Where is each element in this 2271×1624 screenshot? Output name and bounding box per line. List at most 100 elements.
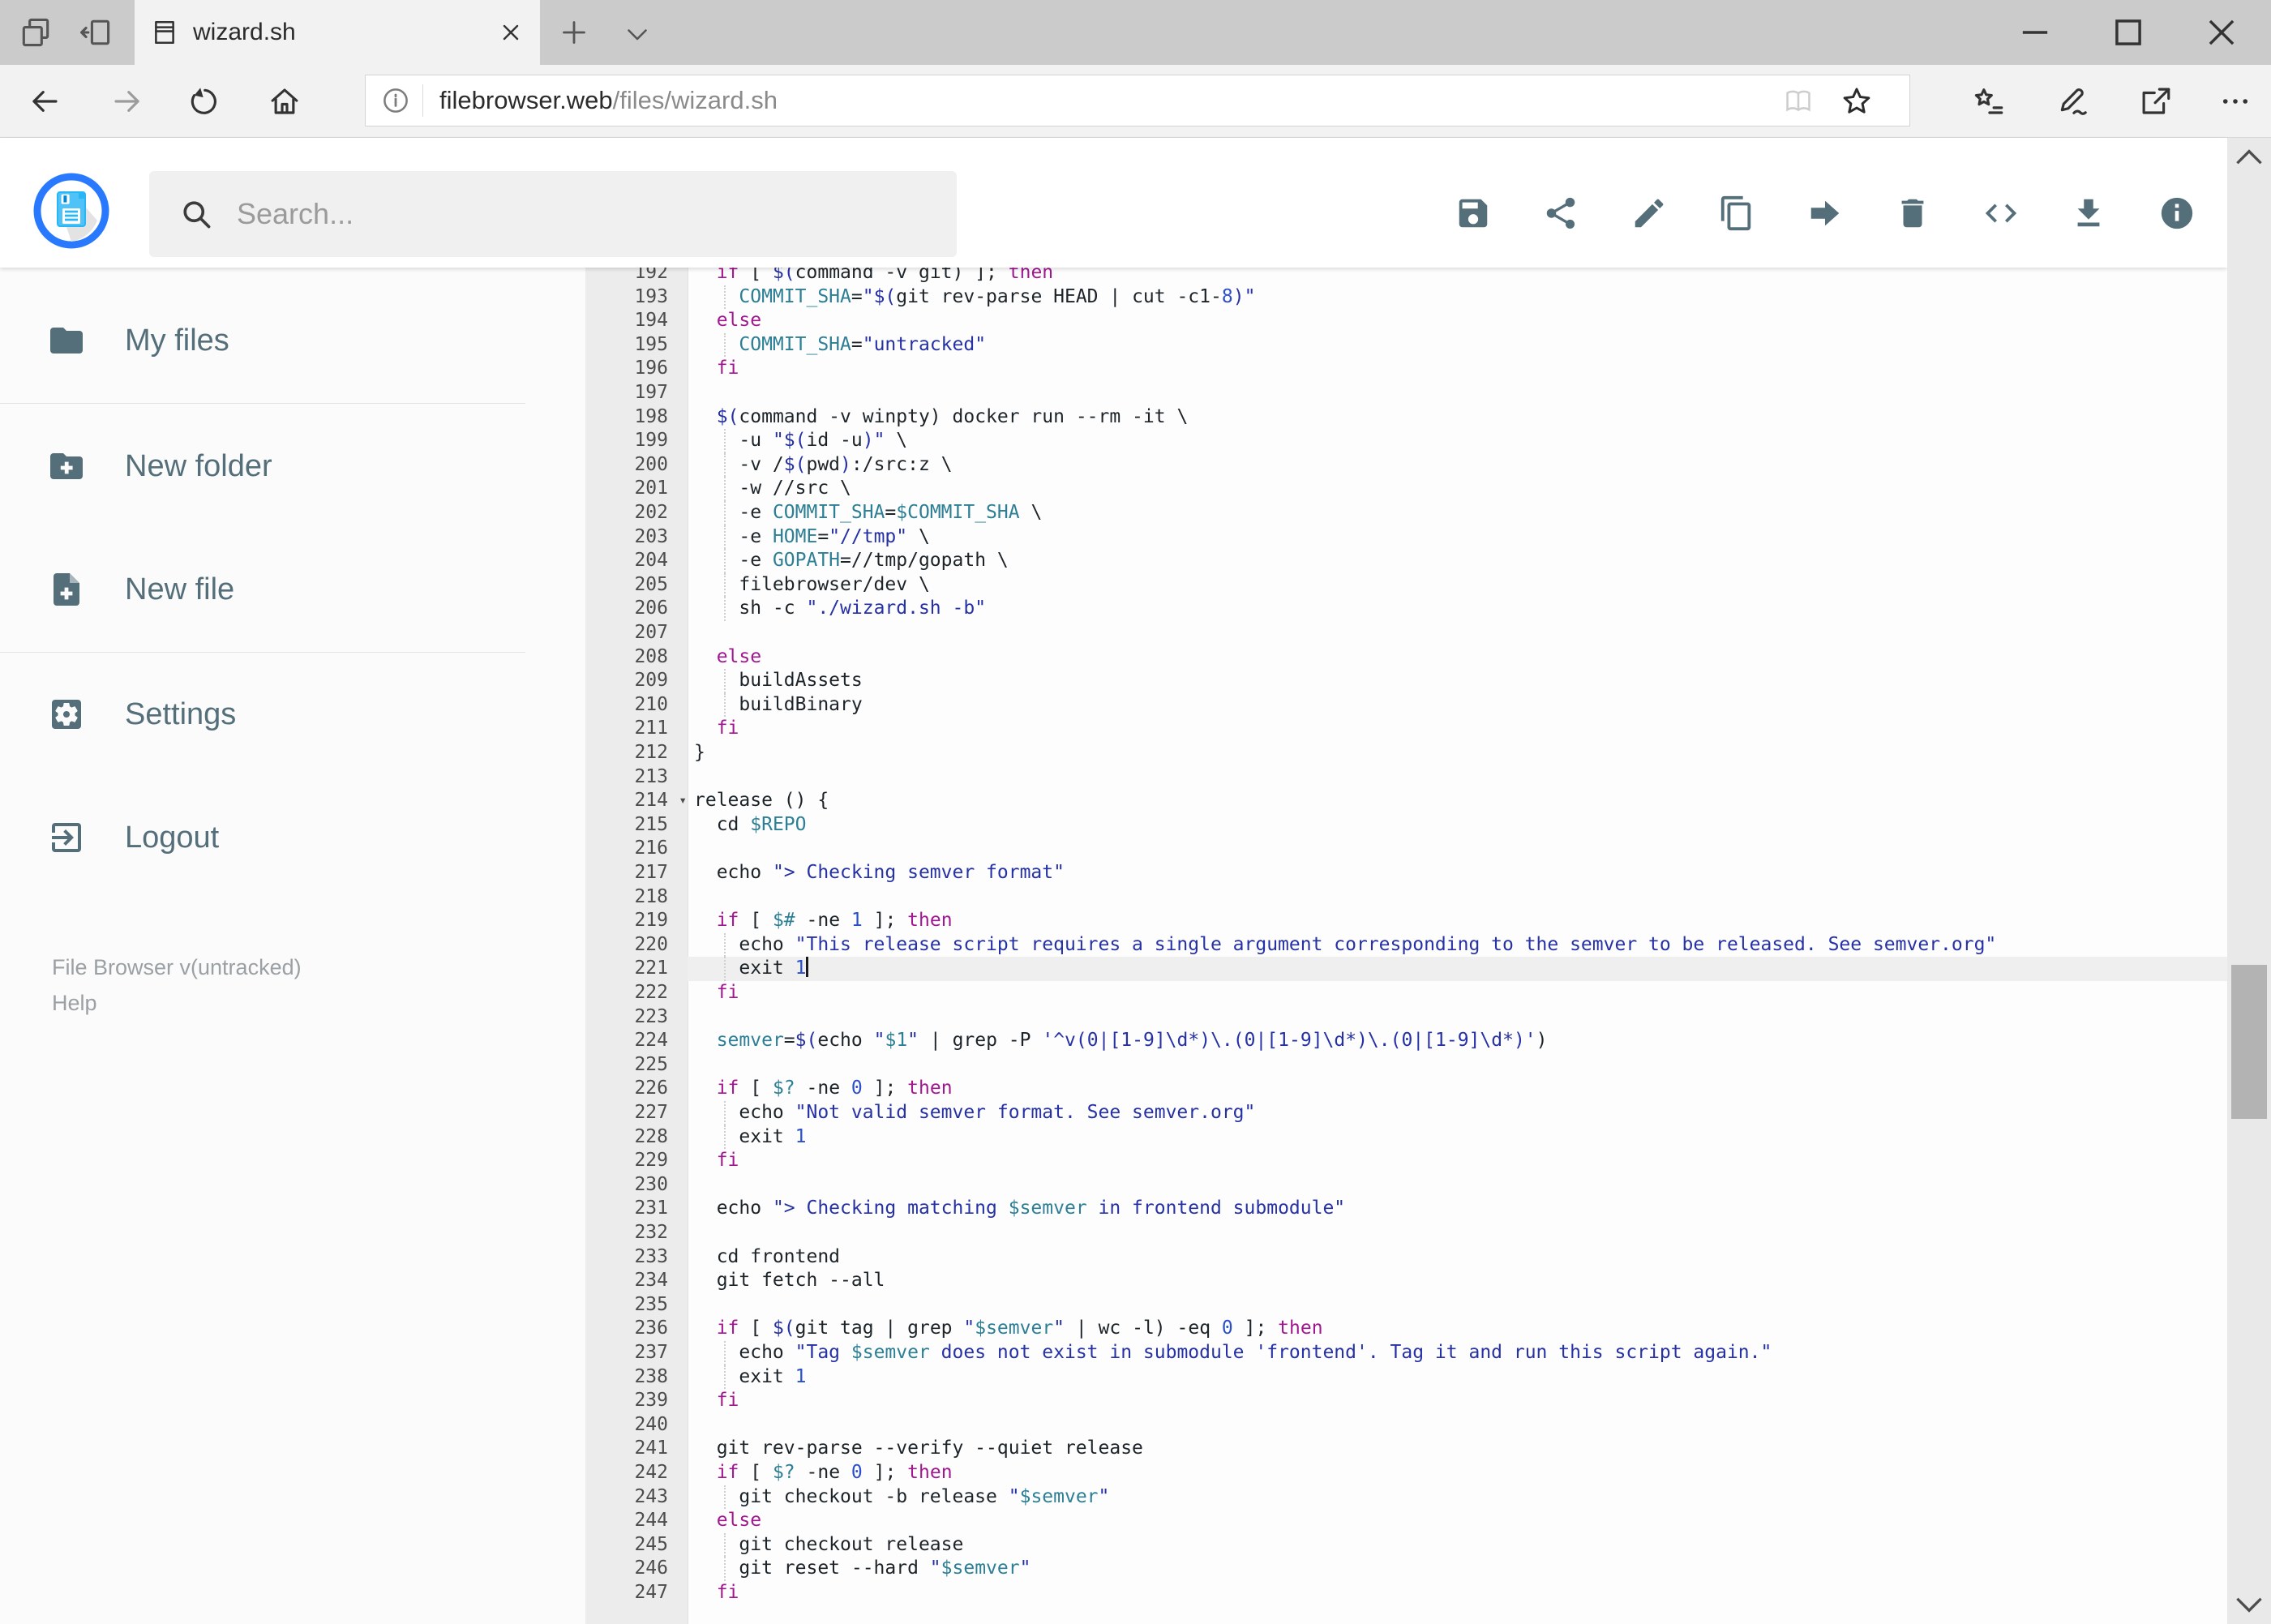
sidebar-item-logout[interactable]: Logout xyxy=(0,793,585,882)
download-button[interactable] xyxy=(2070,195,2107,232)
web-note-pen-icon[interactable] xyxy=(2056,84,2090,118)
code-line-text[interactable] xyxy=(688,1413,2227,1438)
code-line-text[interactable]: } xyxy=(688,741,2227,765)
code-line[interactable]: 211 fi xyxy=(585,717,2227,741)
code-line-text[interactable]: COMMIT_SHA="untracked" xyxy=(688,332,2227,358)
code-line[interactable]: 243 git checkout -b release "$semver" xyxy=(585,1485,2227,1510)
code-line[interactable]: 226 if [ $? -ne 0 ]; then xyxy=(585,1077,2227,1101)
code-line[interactable]: 217 echo "> Checking semver format" xyxy=(585,861,2227,885)
code-line[interactable]: 192 if [ $(command -v git) ]; then xyxy=(585,268,2227,285)
fold-arrow-icon[interactable]: ▾ xyxy=(679,788,687,812)
scrollbar-thumb[interactable] xyxy=(2231,965,2267,1119)
code-line[interactable]: 236 if [ $(git tag | grep "$semver" | wc… xyxy=(585,1317,2227,1341)
code-line-text[interactable]: echo "> Checking matching $semver in fro… xyxy=(688,1197,2227,1221)
copy-button[interactable] xyxy=(1718,195,1755,232)
home-button[interactable] xyxy=(268,84,302,118)
code-line-text[interactable]: if [ $(git tag | grep "$semver" | wc -l)… xyxy=(688,1317,2227,1341)
code-line-text[interactable]: else xyxy=(688,645,2227,670)
tab-preview-icon[interactable] xyxy=(18,15,54,50)
code-line-text[interactable]: -u "$(id -u)" \ xyxy=(688,429,2227,453)
reading-view-icon[interactable] xyxy=(1783,86,1814,117)
code-line-text[interactable]: cd frontend xyxy=(688,1245,2227,1270)
address-bar[interactable]: filebrowser.web/files/wizard.sh xyxy=(365,75,1910,126)
hub-favorites-icon[interactable] xyxy=(1972,84,2006,118)
code-line-text[interactable]: exit 1 xyxy=(688,1365,2227,1390)
code-line-text[interactable]: release () { xyxy=(688,789,2227,813)
page-scrollbar[interactable] xyxy=(2227,138,2271,1624)
code-line-text[interactable]: echo "> Checking semver format" xyxy=(688,861,2227,885)
code-line[interactable]: 198 $(command -v winpty) docker run --rm… xyxy=(585,405,2227,430)
code-line[interactable]: 247 fi xyxy=(585,1581,2227,1605)
code-line[interactable]: 216 xyxy=(585,837,2227,861)
code-line[interactable]: 215 cd $REPO xyxy=(585,813,2227,838)
code-editor[interactable]: 192 if [ $(command -v git) ]; then 193 CO… xyxy=(585,268,2227,1624)
code-line[interactable]: 220 echo "This release script requires a… xyxy=(585,932,2227,958)
code-line-text[interactable]: if [ $# -ne 1 ]; then xyxy=(688,909,2227,933)
refresh-button[interactable] xyxy=(186,84,221,118)
code-line[interactable]: 206 sh -c "./wizard.sh -b" xyxy=(585,597,2227,621)
code-line[interactable]: 240 xyxy=(585,1413,2227,1438)
site-info-icon[interactable] xyxy=(380,85,411,116)
scroll-up-icon[interactable] xyxy=(2227,138,2271,178)
code-line-text[interactable] xyxy=(688,1053,2227,1078)
code-line[interactable]: 210 buildBinary xyxy=(585,692,2227,718)
code-line[interactable]: 233 cd frontend xyxy=(585,1245,2227,1270)
code-line[interactable]: 228 exit 1 xyxy=(585,1125,2227,1150)
code-line-text[interactable]: -e HOME="//tmp" \ xyxy=(688,525,2227,550)
close-window-button[interactable] xyxy=(2189,11,2254,54)
code-line-text[interactable] xyxy=(688,1221,2227,1245)
search-box[interactable] xyxy=(149,171,957,257)
code-line-text[interactable]: fi xyxy=(688,357,2227,381)
code-line[interactable]: 230 xyxy=(585,1173,2227,1198)
minimize-button[interactable] xyxy=(2003,11,2067,54)
code-line[interactable]: 204 -e GOPATH=//tmp/gopath \ xyxy=(585,549,2227,573)
code-line[interactable]: 225 xyxy=(585,1053,2227,1078)
favorite-star-icon[interactable] xyxy=(1840,84,1874,118)
scroll-down-icon[interactable] xyxy=(2227,1583,2271,1624)
close-tab-icon[interactable] xyxy=(498,19,524,45)
code-line-text[interactable]: else xyxy=(688,309,2227,333)
code-line[interactable]: 195 COMMIT_SHA="untracked" xyxy=(585,332,2227,358)
code-line[interactable]: 231 echo "> Checking matching $semver in… xyxy=(585,1197,2227,1221)
code-line[interactable]: 242 if [ $? -ne 0 ]; then xyxy=(585,1461,2227,1485)
move-button[interactable] xyxy=(1806,195,1844,232)
code-line[interactable]: 241 git rev-parse --verify --quiet relea… xyxy=(585,1437,2227,1461)
back-button[interactable] xyxy=(28,84,62,118)
code-line-text[interactable] xyxy=(688,1293,2227,1318)
code-line-text[interactable]: if [ $? -ne 0 ]; then xyxy=(688,1077,2227,1101)
code-line-text[interactable]: echo "This release script requires a sin… xyxy=(688,932,2227,958)
code-line-text[interactable]: COMMIT_SHA="$(git rev-parse HEAD | cut -… xyxy=(688,285,2227,310)
code-line-text[interactable]: fi xyxy=(688,1149,2227,1173)
code-line-text[interactable]: if [ $(command -v git) ]; then xyxy=(688,268,2227,285)
save-button[interactable] xyxy=(1455,195,1492,232)
code-line[interactable]: 193 COMMIT_SHA="$(git rev-parse HEAD | c… xyxy=(585,285,2227,310)
code-line-text[interactable]: cd $REPO xyxy=(688,813,2227,838)
code-line-text[interactable]: fi xyxy=(688,1581,2227,1605)
code-line-text[interactable]: fi xyxy=(688,981,2227,1005)
code-line[interactable]: 222 fi xyxy=(585,981,2227,1005)
code-line[interactable]: 214 ▾ release () { xyxy=(585,789,2227,813)
new-tab-button[interactable] xyxy=(558,16,590,49)
sidebar-item-my-files[interactable]: My files xyxy=(0,296,585,385)
code-line[interactable]: 212} xyxy=(585,741,2227,765)
tab-list-chevron-icon[interactable] xyxy=(623,19,652,49)
code-line[interactable]: 207 xyxy=(585,621,2227,645)
code-line[interactable]: 221 exit 1 xyxy=(585,957,2227,981)
code-line-text[interactable]: -v /$(pwd):/src:z \ xyxy=(688,452,2227,478)
code-line-text[interactable] xyxy=(688,837,2227,861)
code-line-text[interactable]: $(command -v winpty) docker run --rm -it… xyxy=(688,405,2227,430)
code-line[interactable]: 197 xyxy=(585,381,2227,405)
sidebar-item-settings[interactable]: Settings xyxy=(0,670,585,759)
sidebar-item-new-file[interactable]: New file xyxy=(0,545,585,634)
code-line[interactable]: 203 -e HOME="//tmp" \ xyxy=(585,525,2227,550)
code-line[interactable]: 235 xyxy=(585,1293,2227,1318)
rename-button[interactable] xyxy=(1630,195,1668,232)
more-options-icon[interactable] xyxy=(2218,84,2252,118)
code-line[interactable]: 237 echo "Tag $semver does not exist in … xyxy=(585,1341,2227,1365)
code-line[interactable]: 218 xyxy=(585,885,2227,910)
code-line-text[interactable] xyxy=(688,1005,2227,1030)
code-line[interactable]: 246 git reset --hard "$semver" xyxy=(585,1557,2227,1581)
share-button[interactable] xyxy=(1542,195,1579,232)
code-line[interactable]: 245 git checkout release xyxy=(585,1532,2227,1558)
browser-tab[interactable]: wizard.sh xyxy=(135,0,540,65)
